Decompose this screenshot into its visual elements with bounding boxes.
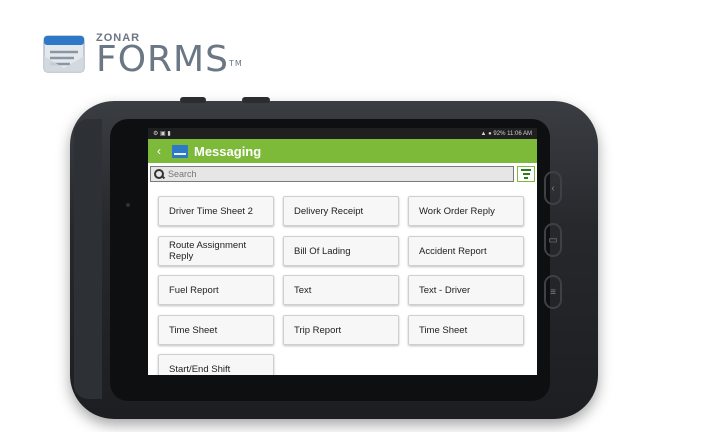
navigation-keys: ‹ ▭ ≡ (544, 171, 564, 327)
form-button[interactable]: Text (283, 275, 399, 305)
form-button[interactable]: Delivery Receipt (283, 196, 399, 226)
forms-logo-icon (40, 30, 90, 78)
trademark-mark: TM (228, 59, 243, 68)
recents-key-icon[interactable]: ≡ (544, 275, 562, 309)
page: ZONAR FORMSTM ‹ ▭ ≡ ⚙ ▣ ▮ ▲ ● 92% 11:06 … (0, 0, 720, 432)
tablet-bumper (74, 119, 102, 399)
volume-button (180, 97, 206, 103)
form-button[interactable]: Time Sheet (408, 315, 524, 345)
form-button[interactable]: Trip Report (283, 315, 399, 345)
form-button[interactable]: Bill Of Lading (283, 236, 399, 266)
logo-product: FORMSTM (96, 39, 243, 80)
form-button[interactable]: Start/End Shift (158, 354, 274, 375)
form-button[interactable]: Accident Report (408, 236, 524, 266)
form-grid: Driver Time Sheet 2 Delivery Receipt Wor… (148, 128, 537, 375)
form-button[interactable]: Route Assignment Reply (158, 236, 274, 266)
form-button[interactable]: Driver Time Sheet 2 (158, 196, 274, 226)
logo-text: ZONAR FORMSTM (96, 32, 243, 80)
form-button[interactable]: Time Sheet (158, 315, 274, 345)
power-button (242, 97, 270, 103)
form-button[interactable]: Fuel Report (158, 275, 274, 305)
form-button[interactable]: Text - Driver (408, 275, 524, 305)
zonar-forms-logo: ZONAR FORMSTM (40, 30, 243, 78)
form-button[interactable]: Work Order Reply (408, 196, 524, 226)
camera-icon (126, 203, 130, 207)
back-key-icon[interactable]: ‹ (544, 171, 562, 205)
home-key-icon[interactable]: ▭ (544, 223, 562, 257)
